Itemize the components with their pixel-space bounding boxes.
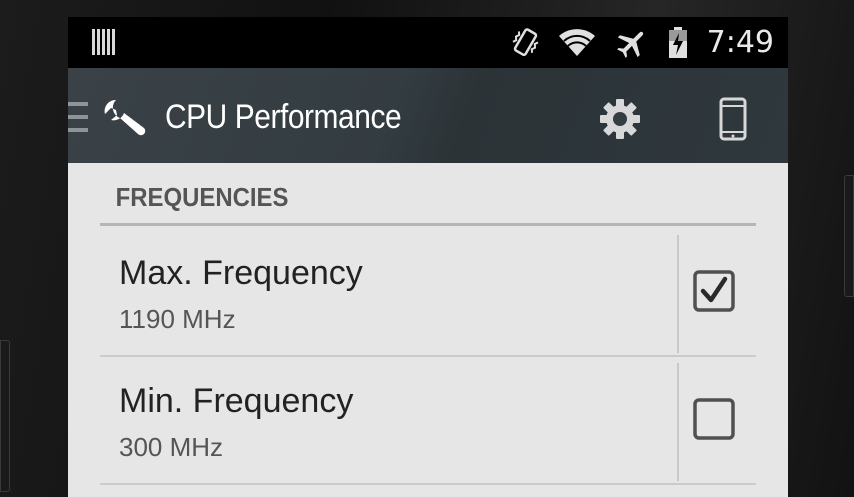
preferences-list: FREQUENCIES Max. Frequency 1190 MHz Min.…: [68, 163, 788, 497]
vertical-divider: [677, 363, 679, 481]
settings-button[interactable]: [592, 94, 648, 144]
max-frequency-checkbox[interactable]: [692, 269, 736, 313]
device-info-button[interactable]: [708, 94, 758, 144]
screen: 7:49 CPU Performance FREQUENCIES Max. Fr…: [68, 17, 788, 497]
phone-icon: [719, 97, 747, 141]
airplane-mode-icon: [617, 31, 644, 58]
volume-button: [0, 340, 10, 492]
row-divider: [100, 483, 756, 485]
min-frequency-checkbox[interactable]: [692, 397, 736, 441]
barcode-icon: [92, 29, 115, 55]
battery-charging-icon: [669, 27, 687, 58]
status-bar: 7:49: [68, 17, 788, 68]
section-divider: [100, 223, 756, 226]
wifi-icon: [559, 29, 595, 56]
gear-icon: [600, 99, 640, 139]
pref-summary: 300 MHz: [119, 432, 224, 462]
vibrate-icon: [512, 28, 539, 57]
pref-summary: 1190 MHz: [119, 304, 236, 334]
vertical-divider: [677, 235, 679, 353]
power-button: [844, 175, 854, 297]
phone-frame: 7:49 CPU Performance FREQUENCIES Max. Fr…: [0, 0, 854, 497]
app-title: CPU Performance: [165, 98, 402, 136]
row-divider: [100, 355, 756, 357]
pref-min-frequency[interactable]: Min. Frequency 300 MHz: [100, 359, 756, 485]
drawer-indicator-icon[interactable]: [68, 102, 88, 132]
action-bar: CPU Performance: [68, 68, 788, 163]
pref-max-frequency[interactable]: Max. Frequency 1190 MHz: [100, 231, 756, 357]
status-time: 7:49: [706, 25, 774, 60]
wrench-icon[interactable]: [102, 98, 148, 136]
status-icons: [510, 26, 688, 60]
pref-title: Min. Frequency: [119, 382, 354, 420]
section-title: FREQUENCIES: [115, 182, 289, 212]
pref-title: Max. Frequency: [119, 254, 363, 292]
section-header: FREQUENCIES: [100, 181, 756, 226]
